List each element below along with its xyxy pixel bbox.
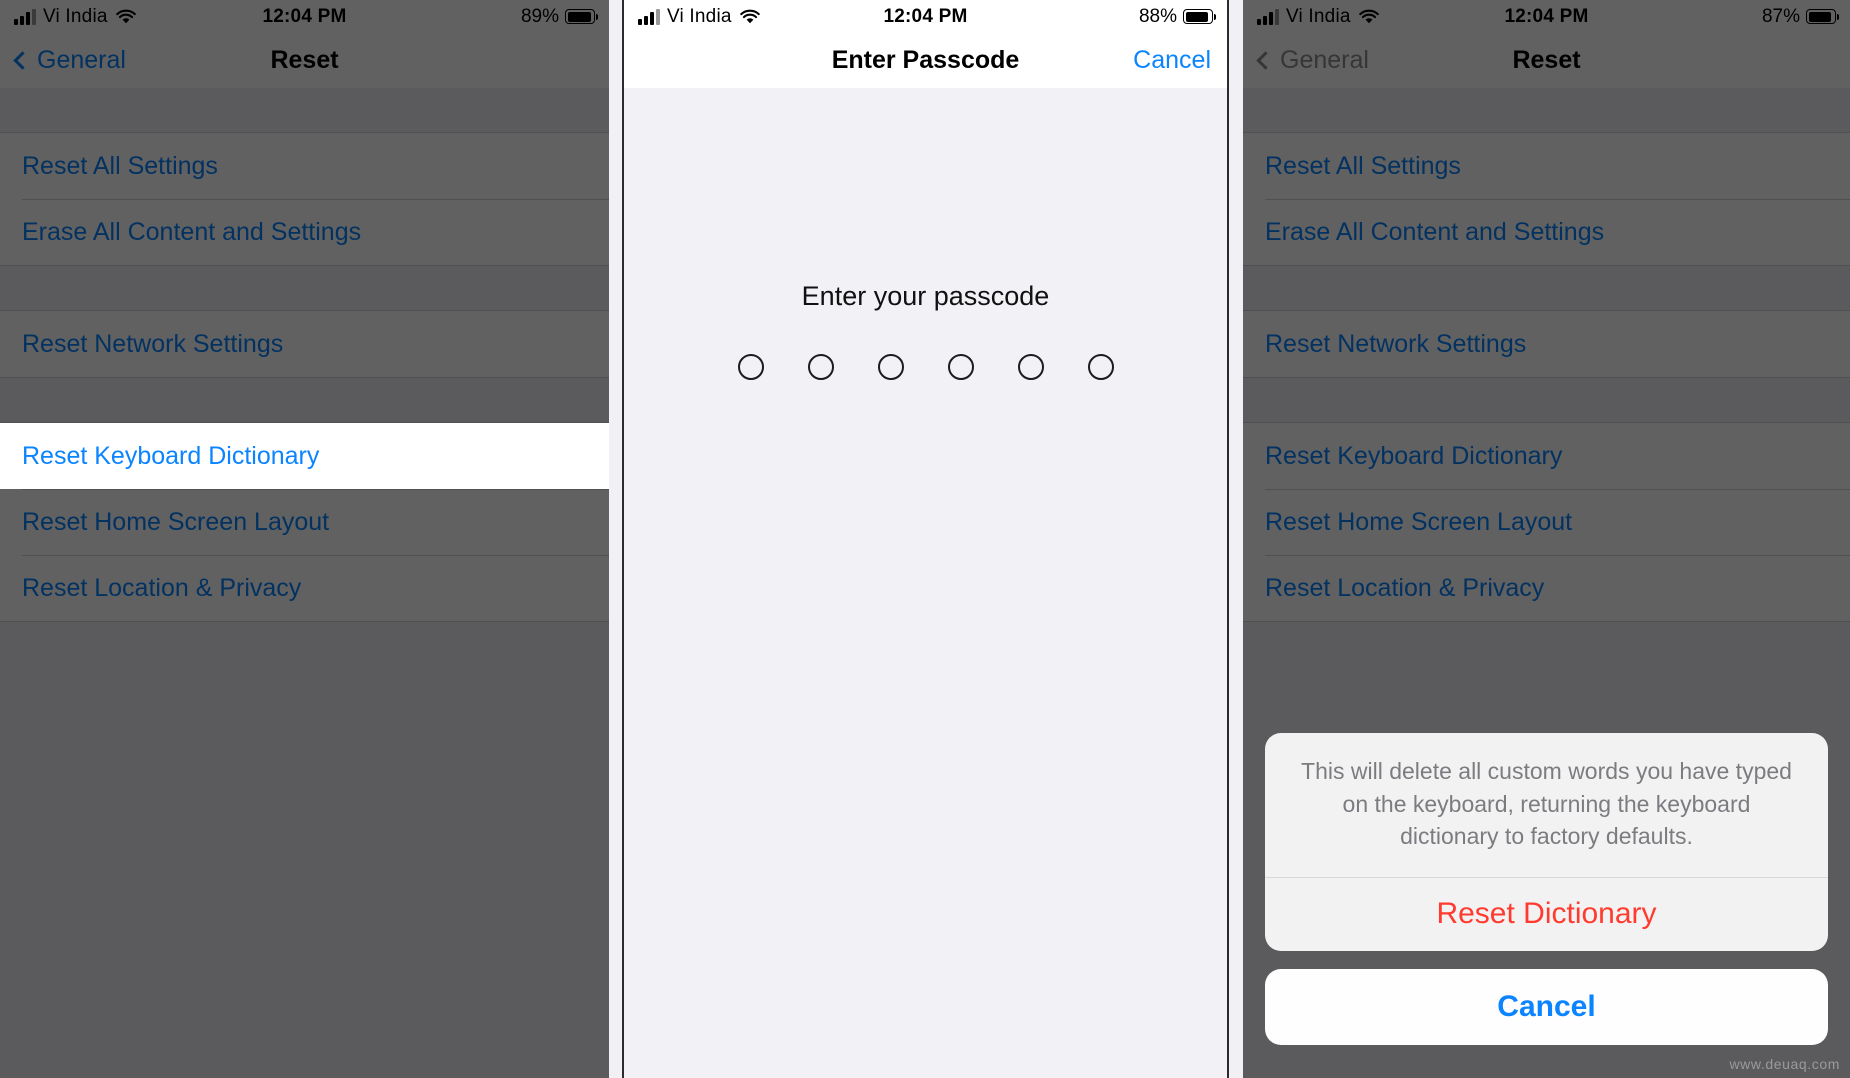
row-reset-home-screen-layout[interactable]: Reset Home Screen Layout	[0, 489, 609, 555]
passcode-dot	[1087, 354, 1114, 380]
status-time: 12:04 PM	[262, 5, 347, 27]
list-gap-3	[0, 378, 609, 422]
list-group-1: Reset All Settings Erase All Content and…	[0, 132, 609, 266]
passcode-dot	[737, 354, 764, 380]
list-group-1: Reset All Settings Erase All Content and…	[1243, 132, 1850, 266]
row-label: Reset Keyboard Dictionary	[22, 441, 320, 470]
action-sheet-cancel-button[interactable]: Cancel	[1265, 968, 1828, 1045]
passcode-input[interactable]	[737, 354, 1114, 380]
row-label: Reset All Settings	[22, 151, 218, 180]
navigation-bar: General Reset	[0, 33, 609, 88]
row-label: Reset All Settings	[1265, 151, 1461, 180]
row-label: Reset Network Settings	[22, 329, 284, 358]
passcode-prompt: Enter your passcode	[801, 281, 1050, 311]
status-bar: Vi India 12:04 PM 88%	[624, 0, 1227, 33]
list-gap-2	[0, 266, 609, 310]
row-label: Reset Keyboard Dictionary	[1265, 441, 1563, 470]
row-reset-network-settings[interactable]: Reset Network Settings	[1243, 311, 1850, 377]
passcode-dot	[877, 354, 904, 380]
battery-icon	[1183, 9, 1216, 24]
status-time: 12:04 PM	[1504, 5, 1589, 27]
battery-icon	[565, 9, 598, 24]
row-label: Erase All Content and Settings	[1265, 217, 1605, 246]
status-time: 12:04 PM	[883, 5, 968, 27]
list-group-3: Reset Keyboard Dictionary Reset Home Scr…	[1243, 422, 1850, 622]
row-label: Reset Network Settings	[1265, 329, 1527, 358]
row-reset-keyboard-dictionary[interactable]: Reset Keyboard Dictionary	[0, 423, 609, 489]
row-reset-all-settings[interactable]: Reset All Settings	[1243, 133, 1850, 199]
row-label: Reset Home Screen Layout	[1265, 507, 1573, 536]
action-sheet-card: This will delete all custom words you ha…	[1265, 733, 1828, 951]
list-top-gap	[1243, 88, 1850, 132]
row-label: Reset Location & Privacy	[22, 573, 302, 602]
row-reset-home-screen-layout[interactable]: Reset Home Screen Layout	[1243, 489, 1850, 555]
list-group-2: Reset Network Settings	[0, 310, 609, 378]
status-bar: Vi India 12:04 PM 89%	[0, 0, 609, 33]
status-right: 87%	[1761, 5, 1839, 28]
panel-reset-confirm: Vi India 12:04 PM 87% General Reset Rese…	[1243, 0, 1850, 1078]
battery-percent-label: 88%	[1138, 5, 1177, 27]
watermark: www.deuaq.com	[1729, 1056, 1840, 1072]
row-reset-all-settings[interactable]: Reset All Settings	[0, 133, 609, 199]
row-erase-all-content[interactable]: Erase All Content and Settings	[0, 199, 609, 265]
status-right: 89%	[520, 5, 598, 28]
status-right: 88%	[1138, 5, 1216, 28]
row-label: Reset Home Screen Layout	[22, 507, 330, 536]
row-erase-all-content[interactable]: Erase All Content and Settings	[1243, 199, 1850, 265]
row-reset-location-privacy[interactable]: Reset Location & Privacy	[1243, 555, 1850, 621]
action-sheet: This will delete all custom words you ha…	[1265, 733, 1828, 1045]
action-sheet-message: This will delete all custom words you ha…	[1301, 758, 1792, 850]
three-panel-screenshot: Vi India 12:04 PM 89% General Reset Rese…	[0, 0, 1850, 1078]
list-group-2: Reset Network Settings	[1243, 310, 1850, 378]
panel-reset-list: Vi India 12:04 PM 89% General Reset Rese…	[0, 0, 609, 1078]
list-gap-3	[1243, 378, 1850, 422]
page-title: Reset	[1512, 46, 1581, 74]
list-top-gap	[0, 88, 609, 132]
navigation-bar: General Reset	[1243, 33, 1850, 88]
navigation-bar: Enter Passcode Cancel	[624, 33, 1227, 88]
passcode-dot	[1017, 354, 1044, 380]
row-reset-location-privacy[interactable]: Reset Location & Privacy	[0, 555, 609, 621]
row-reset-keyboard-dictionary[interactable]: Reset Keyboard Dictionary	[1243, 423, 1850, 489]
row-label: Erase All Content and Settings	[22, 217, 362, 246]
passcode-screen: Enter your passcode	[624, 88, 1227, 1078]
battery-percent-label: 87%	[1761, 5, 1800, 27]
row-reset-network-settings[interactable]: Reset Network Settings	[0, 311, 609, 377]
battery-percent-label: 89%	[520, 5, 559, 27]
list-gap-2	[1243, 266, 1850, 310]
row-label: Reset Location & Privacy	[1265, 573, 1545, 602]
passcode-dot	[807, 354, 834, 380]
status-bar: Vi India 12:04 PM 87%	[1243, 0, 1850, 33]
cancel-button[interactable]: Cancel	[1133, 46, 1211, 75]
page-title: Reset	[270, 46, 339, 74]
list-group-3: Reset Keyboard Dictionary Reset Home Scr…	[0, 422, 609, 622]
reset-dictionary-button[interactable]: Reset Dictionary	[1265, 876, 1828, 951]
panel-enter-passcode: Vi India 12:04 PM 88% Enter Passcode Can…	[622, 0, 1229, 1078]
passcode-dot	[947, 354, 974, 380]
battery-icon	[1806, 9, 1839, 24]
settings-list: Reset All Settings Erase All Content and…	[0, 88, 609, 1078]
